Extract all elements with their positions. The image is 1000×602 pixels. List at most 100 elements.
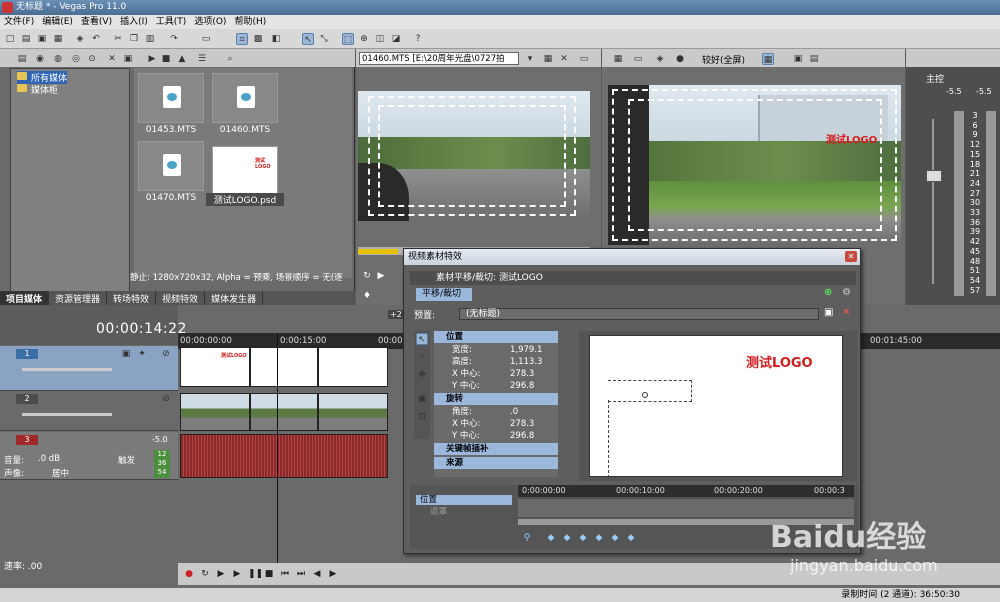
media-thumb-logo-psd[interactable]: 测试LOGO xyxy=(212,146,278,196)
go-to-end-icon[interactable]: ⏭ xyxy=(296,569,306,579)
preview-quality-select[interactable]: 较好(全屏) xyxy=(702,53,745,66)
new-icon[interactable]: □ xyxy=(4,33,16,45)
media-thumb-01460[interactable] xyxy=(212,73,278,123)
kf-row-position[interactable]: 位置 xyxy=(416,495,512,505)
normal-edit-tool-icon[interactable]: ↖ xyxy=(302,33,314,45)
group-source[interactable]: 来源 xyxy=(434,457,558,469)
find-icon[interactable]: ⌕ xyxy=(224,53,236,65)
record-icon[interactable]: ● xyxy=(184,569,194,579)
group-rotation[interactable]: 旋转 xyxy=(434,393,558,405)
copy-snapshot-icon[interactable]: ▣ xyxy=(792,53,804,65)
media-thumb-01453[interactable] xyxy=(138,73,204,123)
prev-keyframe-icon[interactable]: ◆ xyxy=(562,533,572,543)
split-screen-icon[interactable]: ● xyxy=(674,53,686,65)
prop-height[interactable]: 高度: 1,113.3 xyxy=(434,356,558,368)
video-track-1-header[interactable]: 1 ▣ ✦ ⊘ xyxy=(0,346,178,391)
history-icon[interactable]: ▭ xyxy=(200,33,212,45)
copy-icon[interactable]: ❐ xyxy=(128,33,140,45)
menu-insert[interactable]: 插入(I) xyxy=(116,15,152,29)
group-keyframe-interpolation[interactable]: 关键帧插补 xyxy=(434,443,558,455)
selection-tool-icon[interactable]: ⬚ xyxy=(342,33,354,45)
sync-cursor-icon[interactable]: ⚲ xyxy=(522,533,532,543)
loop-icon[interactable]: ↻ xyxy=(200,569,210,579)
media-thumb-01470[interactable] xyxy=(138,141,204,191)
crop-center-handle[interactable] xyxy=(642,392,648,398)
prop-width[interactable]: 宽度: 1,979.1 xyxy=(434,344,558,356)
prop-y-center[interactable]: Y 中心: 296.8 xyxy=(434,380,558,392)
mute-icon[interactable]: ⊘ xyxy=(160,348,172,360)
zoom-edit-icon[interactable]: ⌕ xyxy=(416,351,428,363)
playhead-cursor[interactable] xyxy=(277,333,278,563)
last-keyframe-icon[interactable]: ◆ xyxy=(626,533,636,543)
video-preview-icon[interactable]: ▭ xyxy=(578,53,590,65)
menu-options[interactable]: 选项(O) xyxy=(190,15,230,29)
mute-icon[interactable]: ⊘ xyxy=(160,393,172,405)
video-clip-2[interactable] xyxy=(250,393,318,431)
render-icon[interactable]: ◈ xyxy=(74,33,86,45)
project-properties-icon[interactable]: ▦ xyxy=(612,53,624,65)
play-from-start-icon[interactable]: ▶ xyxy=(216,569,226,579)
delete-keyframe-icon[interactable]: ◆ xyxy=(594,533,604,543)
envelope-tool-icon[interactable]: ⤡ xyxy=(318,33,330,45)
preview-fx-icon[interactable]: ◈ xyxy=(654,53,666,65)
lock-aspect-icon[interactable]: ▣ xyxy=(416,393,428,405)
menu-edit[interactable]: 编辑(E) xyxy=(38,15,77,29)
external-monitor-icon[interactable]: ▭ xyxy=(632,53,644,65)
play-icon[interactable]: ▶ xyxy=(232,569,242,579)
go-to-start-icon[interactable]: ⏮ xyxy=(280,569,290,579)
track-opacity-slider[interactable] xyxy=(22,368,112,371)
crop-frame-edge[interactable] xyxy=(608,380,692,402)
media-properties-icon[interactable]: ▣ xyxy=(122,53,134,65)
stop-icon[interactable]: ■ xyxy=(264,569,274,579)
tab-transitions[interactable]: 转场特效 xyxy=(107,291,157,305)
extract-audio-icon[interactable]: ◎ xyxy=(70,53,82,65)
search-media-icon[interactable]: ⊙ xyxy=(86,53,98,65)
trimmer-file-select[interactable]: 01460.MTS [E:\20周年光盘\0727拍 xyxy=(359,52,519,65)
next-keyframe-icon[interactable]: ◆ xyxy=(610,533,620,543)
auto-preview-icon[interactable]: ▲ xyxy=(176,53,188,65)
stop-preview-icon[interactable]: ■ xyxy=(160,53,172,65)
open-icon[interactable]: ▤ xyxy=(20,33,32,45)
prev-frame-icon[interactable]: ◀ xyxy=(312,569,322,579)
pause-icon[interactable]: ❚❚ xyxy=(248,569,263,579)
play-icon[interactable]: ▶ xyxy=(376,271,386,281)
prop-rot-x-center[interactable]: X 中心: 278.3 xyxy=(434,418,558,430)
lock-envelopes-icon[interactable]: ◧ xyxy=(270,33,282,45)
track-opacity-slider[interactable] xyxy=(22,413,112,416)
close-icon[interactable]: ✕ xyxy=(558,53,570,65)
tree-item-media-bins[interactable]: 媒体柜 xyxy=(17,83,58,96)
get-media-icon[interactable]: ◍ xyxy=(52,53,64,65)
menu-view[interactable]: 查看(V) xyxy=(77,15,116,29)
normal-edit-icon[interactable]: ↖ xyxy=(416,333,428,345)
properties-icon[interactable]: ▦ xyxy=(52,33,64,45)
paste-icon[interactable]: ▥ xyxy=(144,33,156,45)
overlays-icon[interactable]: ▦ xyxy=(762,53,774,65)
media-fx-icon[interactable]: ▶ xyxy=(146,53,158,65)
kf-ruler[interactable]: 0:00:00:00 00:00:10:00 00:00:20:00 00:00… xyxy=(518,485,854,497)
split-tool-icon[interactable]: ◫ xyxy=(374,33,386,45)
close-icon[interactable]: ✕ xyxy=(845,251,857,262)
trimmer-marker-icon[interactable]: ♦ xyxy=(362,291,372,301)
prop-angle[interactable]: 角度: .0 xyxy=(434,406,558,418)
capture-icon[interactable]: ◉ xyxy=(34,53,46,65)
help-pointer-icon[interactable]: ? xyxy=(412,33,424,45)
tab-explorer[interactable]: 资源管理器 xyxy=(49,291,108,305)
redo-icon[interactable]: ↷ xyxy=(168,33,180,45)
import-media-icon[interactable]: ▤ xyxy=(16,53,28,65)
menu-tools[interactable]: 工具(T) xyxy=(152,15,191,29)
track-fx-icon[interactable]: ✦ xyxy=(136,348,148,360)
video-clip-3[interactable] xyxy=(318,393,388,431)
next-frame-icon[interactable]: ▶ xyxy=(328,569,338,579)
tab-video-fx[interactable]: 视频特效 xyxy=(156,291,206,305)
auto-ripple-icon[interactable]: ▩ xyxy=(252,33,264,45)
snap-icon[interactable]: ⌗ xyxy=(236,33,248,45)
scale-about-center-icon[interactable]: ⊡ xyxy=(416,411,428,423)
save-snapshot-icon[interactable]: ▤ xyxy=(808,53,820,65)
preset-select[interactable]: (无标题) xyxy=(459,308,819,320)
save-preset-icon[interactable]: ▣ xyxy=(824,307,833,318)
tab-pan-crop[interactable]: 平移/裁切 xyxy=(416,288,472,301)
trim-tool-icon[interactable]: ◪ xyxy=(390,33,402,45)
undo-icon[interactable]: ↶ xyxy=(90,33,102,45)
audio-clip[interactable] xyxy=(180,434,388,478)
plugin-chain-icon[interactable]: ⊕ xyxy=(824,287,832,298)
